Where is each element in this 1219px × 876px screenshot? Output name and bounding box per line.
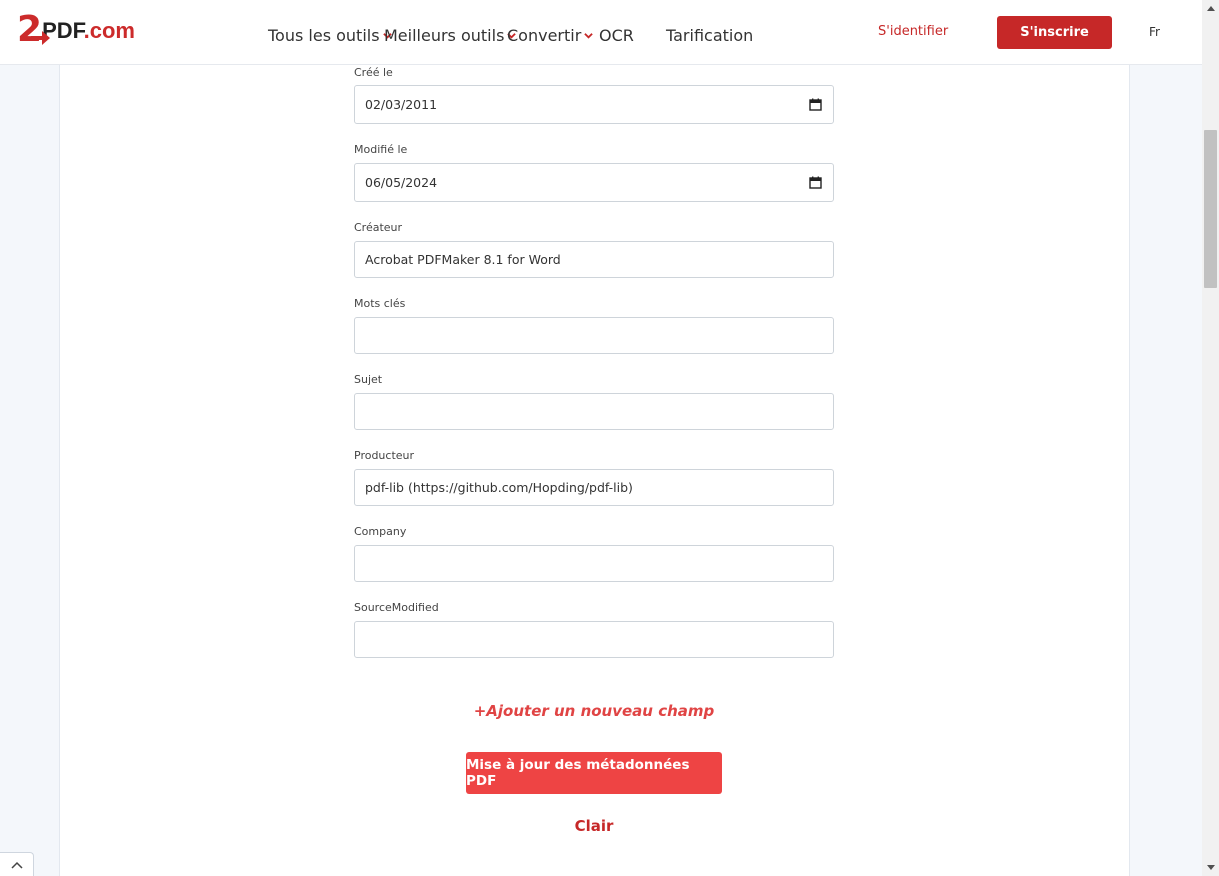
logo-arrow-icon — [31, 31, 50, 45]
calendar-icon[interactable] — [809, 176, 822, 189]
logo[interactable]: 2 PDF.com — [17, 12, 135, 48]
nav-convert-label: Convertir — [507, 26, 582, 45]
nav-pricing[interactable]: Tarification — [666, 26, 753, 45]
company-label: Company — [354, 525, 407, 538]
subject-input[interactable] — [354, 393, 834, 430]
source-modified-label: SourceModified — [354, 601, 439, 614]
nav-ocr-label: OCR — [599, 26, 634, 45]
scroll-up-arrow[interactable] — [1202, 0, 1219, 17]
nav-best-tools-label: Meilleurs outils — [384, 26, 505, 45]
company-input[interactable] — [354, 545, 834, 582]
created-date-value: 02/03/2011 — [365, 97, 438, 112]
created-date-input[interactable]: 02/03/2011 — [354, 85, 834, 124]
logo-domain: .com — [83, 18, 135, 43]
vertical-scrollbar[interactable] — [1202, 0, 1219, 876]
chevron-up-icon — [10, 861, 23, 869]
subject-label: Sujet — [354, 373, 383, 386]
nav-ocr[interactable]: OCR — [599, 26, 634, 45]
language-selector[interactable]: Fr — [1149, 25, 1160, 39]
created-label: Créé le — [354, 66, 393, 79]
nav-best-tools[interactable]: Meilleurs outils — [384, 26, 517, 45]
creator-label: Créateur — [354, 221, 403, 234]
add-field-link[interactable]: +Ajouter un nouveau champ — [0, 702, 1188, 720]
login-link[interactable]: S'identifier — [878, 24, 948, 39]
calendar-icon[interactable] — [809, 98, 822, 111]
modified-date-input[interactable]: 06/05/2024 — [354, 163, 834, 202]
back-to-top-button[interactable] — [0, 852, 34, 876]
modified-date-value: 06/05/2024 — [365, 175, 438, 190]
keywords-input[interactable] — [354, 317, 834, 354]
producer-value: pdf-lib (https://github.com/Hopding/pdf-… — [365, 480, 633, 495]
source-modified-input[interactable] — [354, 621, 834, 658]
clear-link[interactable]: Clair — [0, 817, 1188, 835]
producer-input[interactable]: pdf-lib (https://github.com/Hopding/pdf-… — [354, 469, 834, 506]
signup-button[interactable]: S'inscrire — [997, 16, 1112, 49]
nav-all-tools[interactable]: Tous les outils — [268, 26, 392, 45]
triangle-down-icon — [1206, 865, 1215, 870]
logo-text: PDF.com — [42, 20, 135, 42]
nav-all-tools-label: Tous les outils — [268, 26, 380, 45]
scroll-down-arrow[interactable] — [1202, 859, 1219, 876]
creator-value: Acrobat PDFMaker 8.1 for Word — [365, 252, 561, 267]
site-header: 2 PDF.com Tous les outils Meilleurs outi… — [0, 0, 1202, 65]
modified-label: Modifié le — [354, 143, 408, 156]
keywords-label: Mots clés — [354, 297, 406, 310]
creator-input[interactable]: Acrobat PDFMaker 8.1 for Word — [354, 241, 834, 278]
nav-pricing-label: Tarification — [666, 26, 754, 45]
producer-label: Producteur — [354, 449, 415, 462]
update-metadata-button[interactable]: Mise à jour des métadonnées PDF — [466, 752, 722, 794]
nav-convert[interactable]: Convertir — [507, 26, 594, 45]
chevron-down-icon — [584, 33, 594, 39]
triangle-up-icon — [1206, 6, 1215, 11]
scroll-thumb[interactable] — [1204, 130, 1217, 288]
